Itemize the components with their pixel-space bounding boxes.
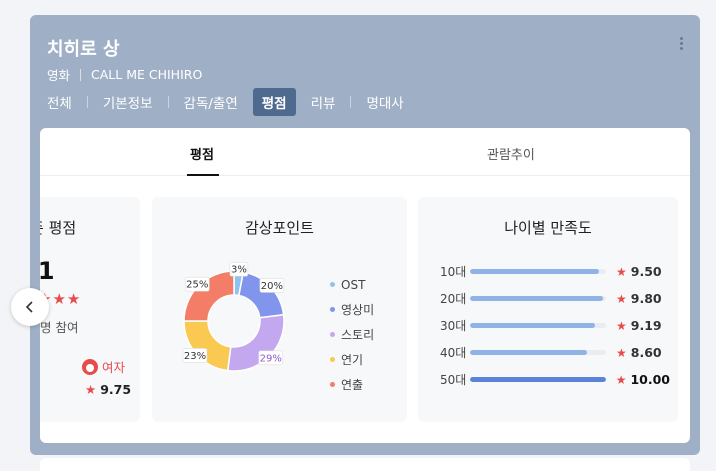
legend-label: 연출 (341, 378, 364, 392)
age-bar-fill (470, 296, 604, 301)
star-icon: ★ (85, 382, 97, 397)
viewing-points-panel: 감상포인트 3% 20% 29% 23% 25% OST 영상미스토리연기연출 (152, 197, 407, 422)
legend-item-2: 스토리 (330, 322, 374, 347)
age-row: 10대 ★ 9.50 (440, 263, 670, 280)
age-score: 10.00 (630, 372, 670, 387)
age-bar-fill (470, 350, 587, 355)
viewing-points-donut: 3% 20% 29% 23% 25% (182, 261, 285, 372)
age-label: 30대 (440, 319, 467, 333)
carousel-prev-button[interactable] (11, 288, 49, 326)
female-score-value: 9.75 (100, 382, 132, 397)
age-bar (470, 269, 606, 274)
donut-label-3: 23% (182, 348, 208, 363)
subtab-trend[interactable]: 관람추이 (487, 144, 535, 163)
age-row: 50대 ★ 10.00 (440, 371, 670, 388)
age-satisfaction-title: 나이별 만족도 (504, 219, 592, 237)
star-icon: ★ (616, 291, 627, 306)
movie-subtitle: 영화 CALL ME CHIHIRO (47, 65, 202, 84)
legend-item-4: 연출 (330, 372, 374, 397)
legend-item-3: 연기 (330, 347, 374, 372)
star-icon: ★ (616, 345, 627, 360)
age-label: 20대 (440, 292, 467, 306)
donut-slice-3 (183, 320, 232, 372)
age-row: 40대 ★ 8.60 (440, 344, 670, 361)
donut-label-1: 20% (259, 278, 285, 293)
star-icon: ★ (615, 372, 627, 387)
female-score: ★ 9.75 (85, 382, 131, 397)
existing-rating-title: 존 평점 (40, 219, 77, 237)
legend-dot (330, 332, 335, 337)
tab-basic-info[interactable]: 기본정보 (94, 88, 162, 116)
subtitle-divider (80, 68, 82, 81)
legend-label: OST (341, 277, 366, 292)
donut-label-4: 25% (184, 276, 210, 292)
legend-dot (330, 282, 335, 287)
svg-text:25%: 25% (186, 280, 208, 291)
legend-label: 스토리 (341, 328, 375, 342)
tab-rating[interactable]: 평점 (252, 88, 296, 116)
female-stat: 여자 (82, 357, 125, 376)
subtab-rating[interactable]: 평점 (190, 144, 214, 163)
legend-label: 연기 (341, 353, 364, 367)
movie-english-title: CALL ME CHIHIRO (91, 67, 203, 82)
movie-category: 영화 (47, 68, 71, 83)
legend-dot (330, 382, 335, 387)
age-bar (469, 377, 606, 382)
svg-text:20%: 20% (261, 281, 283, 292)
age-row: 20대 ★ 9.80 (440, 290, 670, 307)
age-label: 10대 (440, 265, 467, 279)
tab-divider (350, 96, 352, 108)
existing-rating-score: .31 (40, 257, 55, 285)
female-label: 여자 (102, 360, 126, 375)
subtab-active-indicator (187, 174, 219, 176)
age-bar (470, 350, 606, 355)
tab-review[interactable]: 리뷰 (302, 88, 345, 116)
tab-divider (167, 96, 169, 108)
age-satisfaction-panel: 나이별 만족도 10대 ★ 9.50 20대 ★ 9.80 30대 ★ 9.19 40대 ★ 8.60… (418, 197, 678, 422)
age-bar (470, 296, 606, 301)
more-vertical-icon[interactable] (680, 37, 684, 50)
svg-text:23%: 23% (184, 351, 206, 362)
svg-text:29%: 29% (260, 353, 282, 364)
age-bar-fill (470, 323, 596, 328)
viewing-points-legend: OST 영상미스토리연기연출 (330, 272, 374, 397)
donut-label-2: 29% (258, 350, 284, 366)
age-score: 9.80 (630, 291, 662, 306)
age-bar (470, 323, 606, 328)
tab-quotes[interactable]: 명대사 (357, 88, 412, 116)
legend-label: 영상미 (341, 303, 375, 317)
legend-item-0: OST (330, 272, 374, 297)
age-score: 8.60 (630, 345, 662, 360)
rating-content: 평점 관람추이 존 평점 .31 ★★★ 명 참여 여자 ★9.75 감상포인트… (40, 128, 690, 443)
age-bar-fill (470, 269, 600, 274)
tab-director-cast[interactable]: 감독/출연 (175, 88, 247, 116)
age-score: 9.50 (630, 264, 662, 279)
legend-item-1: 영상미 (330, 297, 374, 322)
age-label: 40대 (440, 346, 467, 360)
participants-count: 명 참여 (40, 320, 79, 335)
section-tabs: 전체 기본정보 감독/출연 평점 리뷰 명대사 (38, 88, 413, 116)
rating-subtabs: 평점 관람추이 (40, 128, 690, 176)
movie-title[interactable]: 치히로 상 (47, 35, 120, 61)
viewing-points-title: 감상포인트 (244, 219, 314, 237)
svg-text:3%: 3% (231, 265, 247, 276)
age-score: 9.19 (630, 318, 662, 333)
donut-label-0: 3% (229, 261, 249, 277)
age-row: 30대 ★ 9.19 (440, 317, 670, 334)
star-icon: ★ (616, 264, 627, 279)
movie-info-card: 치히로 상 영화 CALL ME CHIHIRO 전체 기본정보 감독/출연 평… (30, 15, 700, 455)
star-icon: ★ (616, 318, 627, 333)
legend-dot (330, 307, 335, 312)
age-bar-fill (469, 377, 606, 382)
legend-dot (330, 357, 335, 362)
female-user-icon (82, 358, 98, 375)
chevron-left-icon (25, 301, 33, 313)
tab-divider (86, 96, 88, 108)
tab-all[interactable]: 전체 (38, 88, 81, 116)
age-label: 50대 (440, 373, 467, 387)
existing-rating-panel: 존 평점 .31 ★★★ 명 참여 여자 ★9.75 (40, 197, 140, 422)
next-section-card (40, 458, 690, 471)
